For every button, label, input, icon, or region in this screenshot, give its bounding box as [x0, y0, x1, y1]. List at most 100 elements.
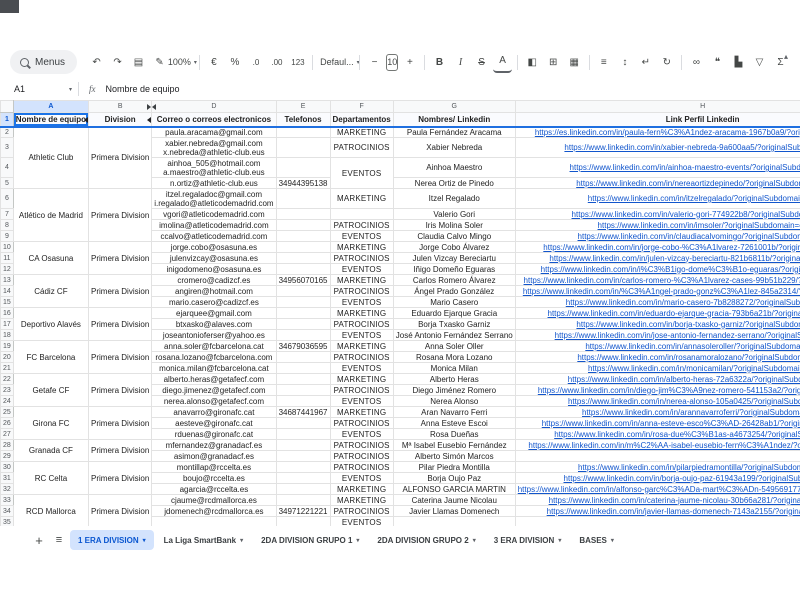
column-letter[interactable]: E	[275, 100, 331, 113]
linkedin-link[interactable]: https://www.linkedin.com/in/javier-llama…	[547, 507, 800, 516]
linkedin-link[interactable]: https://www.linkedin.com/in/xabier-nebre…	[564, 143, 800, 152]
phone-cell[interactable]: 34679036595	[275, 340, 331, 352]
department-cell[interactable]: PATROCINIOS	[329, 137, 394, 158]
row-number[interactable]: 20	[0, 351, 14, 363]
phone-cell[interactable]	[275, 351, 331, 363]
phone-cell[interactable]	[275, 137, 331, 158]
email-cell[interactable]: mfernandez@granadacf.es	[151, 439, 277, 451]
email-cell[interactable]: rduenas@gironafc.cat	[151, 428, 277, 440]
insert-link-button[interactable]: ∞	[687, 52, 706, 72]
linkedin-link[interactable]: https://www.linkedin.com/in/borja-oujo-p…	[564, 474, 800, 483]
contact-name-cell[interactable]: Ángel Prado González	[392, 285, 516, 297]
linkedin-link-cell[interactable]: https://www.linkedin.com/in/annasoleroll…	[514, 340, 800, 352]
division-cell[interactable]: Primera Division	[88, 340, 153, 374]
department-cell[interactable]: MARKETING	[329, 126, 394, 138]
row-number[interactable]: 27	[0, 428, 14, 440]
department-cell[interactable]	[329, 208, 394, 220]
contact-name-cell[interactable]: Alberto Simón Marcos	[392, 450, 516, 462]
department-cell[interactable]: MARKETING	[329, 241, 394, 253]
contact-name-cell[interactable]: Mario Casero	[392, 296, 516, 308]
linkedin-link[interactable]: https://es.linkedin.com/in/paula-fern%C3…	[535, 128, 800, 137]
department-cell[interactable]: PATROCINIOS	[329, 461, 394, 473]
linkedin-link[interactable]: https://www.linkedin.com/in/rosa-due%C3%…	[554, 430, 800, 439]
contact-name-cell[interactable]: Valerio Gori	[392, 208, 516, 220]
header-cell[interactable]: Nombres/ Linkedin	[392, 112, 516, 128]
italic-button[interactable]: I	[451, 52, 470, 72]
linkedin-link[interactable]: https://www.linkedin.com/in/rosanamoralo…	[577, 353, 800, 362]
contact-name-cell[interactable]: Monica Milan	[392, 362, 516, 374]
phone-cell[interactable]: 34971221221	[275, 505, 331, 517]
linkedin-link-cell[interactable]: https://www.linkedin.com/in/alfonso-garc…	[514, 483, 800, 495]
row-number[interactable]: 31	[0, 472, 14, 484]
zoom-select[interactable]: 100% ▾	[168, 52, 197, 72]
linkedin-link-cell[interactable]: https://www.linkedin.com/in/nerea-alonso…	[514, 395, 800, 407]
team-cell[interactable]: Atlético de Madrid	[12, 188, 90, 242]
collapse-toolbar-button[interactable]: ▴	[784, 52, 788, 61]
column-letter[interactable]: H	[514, 100, 800, 113]
linkedin-link-cell[interactable]	[514, 516, 800, 526]
linkedin-link[interactable]: https://www.linkedin.com/in/valerio-gori…	[572, 210, 800, 219]
department-cell[interactable]: MARKETING	[329, 373, 394, 385]
merge-cells-button[interactable]: ▦	[565, 52, 584, 72]
contact-name-cell[interactable]: Anna Esteve Escoi	[392, 417, 516, 429]
linkedin-link-cell[interactable]: https://www.linkedin.com/in/m%C2%AA-isab…	[514, 439, 800, 451]
row-number[interactable]: 5	[0, 177, 14, 189]
email-cell[interactable]: jorge.cobo@osasuna.es	[151, 241, 277, 253]
bold-button[interactable]: B	[430, 52, 449, 72]
division-cell[interactable]: Primera Division	[88, 126, 153, 189]
contact-name-cell[interactable]: ALFONSO GARCIA MARTIN	[392, 483, 516, 495]
email-cell[interactable]	[151, 516, 277, 526]
row-number[interactable]: 8	[0, 219, 14, 231]
row-number[interactable]: 7	[0, 208, 14, 220]
column-letter[interactable]: A	[12, 100, 90, 113]
chevron-down-icon[interactable]: ▾	[143, 537, 146, 544]
linkedin-link[interactable]: https://www.linkedin.com/in/diego-jim%C3…	[538, 386, 800, 395]
row-number[interactable]: 32	[0, 483, 14, 495]
contact-name-cell[interactable]: Borja Txasko Garniz	[392, 318, 516, 330]
row-number[interactable]: 10	[0, 241, 14, 253]
increase-font-size-button[interactable]: +	[400, 52, 419, 72]
undo-button[interactable]: ↶	[87, 52, 106, 72]
team-cell[interactable]: Deportivo Alavés	[12, 307, 90, 341]
row-number[interactable]: 23	[0, 384, 14, 396]
email-cell[interactable]: boujo@rccelta.es	[151, 472, 277, 484]
email-cell[interactable]: anna.soler@fcbarcelona.cat	[151, 340, 277, 352]
linkedin-link[interactable]: https://www.linkedin.com/in/nerea-alonso…	[568, 397, 800, 406]
department-cell[interactable]: EVENTOS	[329, 395, 394, 407]
division-cell[interactable]: Primera Division	[88, 188, 153, 242]
insert-chart-button[interactable]: ▙	[729, 52, 748, 72]
department-cell[interactable]: PATROCINIOS	[329, 505, 394, 517]
linkedin-link[interactable]: https://www.linkedin.com/in/imsoler/?ori…	[598, 221, 800, 230]
phone-cell[interactable]	[275, 450, 331, 462]
linkedin-link-cell[interactable]: https://www.linkedin.com/in/julen-vizcay…	[514, 252, 800, 264]
linkedin-link-cell[interactable]	[514, 450, 800, 462]
phone-cell[interactable]	[275, 483, 331, 495]
linkedin-link-cell[interactable]: https://www.linkedin.com/in/mario-casero…	[514, 296, 800, 308]
column-letter[interactable]: B	[88, 100, 153, 113]
row-number[interactable]: 14	[0, 285, 14, 297]
email-cell[interactable]: ejarquee@gmail.com	[151, 307, 277, 319]
phone-cell[interactable]	[275, 126, 331, 138]
email-cell[interactable]: ainhoa_505@hotmail.com a.maestro@athletic…	[151, 157, 277, 178]
linkedin-link[interactable]: https://www.linkedin.com/in/julen-vizcay…	[549, 254, 800, 263]
department-cell[interactable]: EVENTOS	[329, 472, 394, 484]
team-cell[interactable]: Cádiz CF	[12, 274, 90, 308]
contact-name-cell[interactable]: Javier Llamas Domenech	[392, 505, 516, 517]
linkedin-link-cell[interactable]: https://www.linkedin.com/in/jorge-cobo-%…	[514, 241, 800, 253]
row-number[interactable]: 2	[0, 126, 14, 138]
row-number[interactable]: 21	[0, 362, 14, 374]
phone-cell[interactable]	[275, 285, 331, 297]
row-number[interactable]: 16	[0, 307, 14, 319]
linkedin-link[interactable]: https://www.linkedin.com/in/borja-txasko…	[576, 320, 800, 329]
team-cell[interactable]: Granada CF	[12, 439, 90, 462]
linkedin-link[interactable]: https://www.linkedin.com/in/jorge-cobo-%…	[543, 243, 800, 252]
contact-name-cell[interactable]: Nerea Alonso	[392, 395, 516, 407]
team-cell[interactable]: CA Osasuna	[12, 241, 90, 275]
linkedin-link-cell[interactable]: https://www.linkedin.com/in/borja-oujo-p…	[514, 472, 800, 484]
contact-name-cell[interactable]: Anna Soler Oller	[392, 340, 516, 352]
linkedin-link-cell[interactable]: https://es.linkedin.com/in/paula-fern%C3…	[514, 126, 800, 138]
contact-name-cell[interactable]: Alberto Heras	[392, 373, 516, 385]
email-cell[interactable]: monica.milan@fcbarcelona.cat	[151, 362, 277, 374]
linkedin-link[interactable]: https://www.linkedin.com/in/alfonso-garc…	[518, 485, 800, 494]
contact-name-cell[interactable]: Eduardo Ejarque Gracia	[392, 307, 516, 319]
